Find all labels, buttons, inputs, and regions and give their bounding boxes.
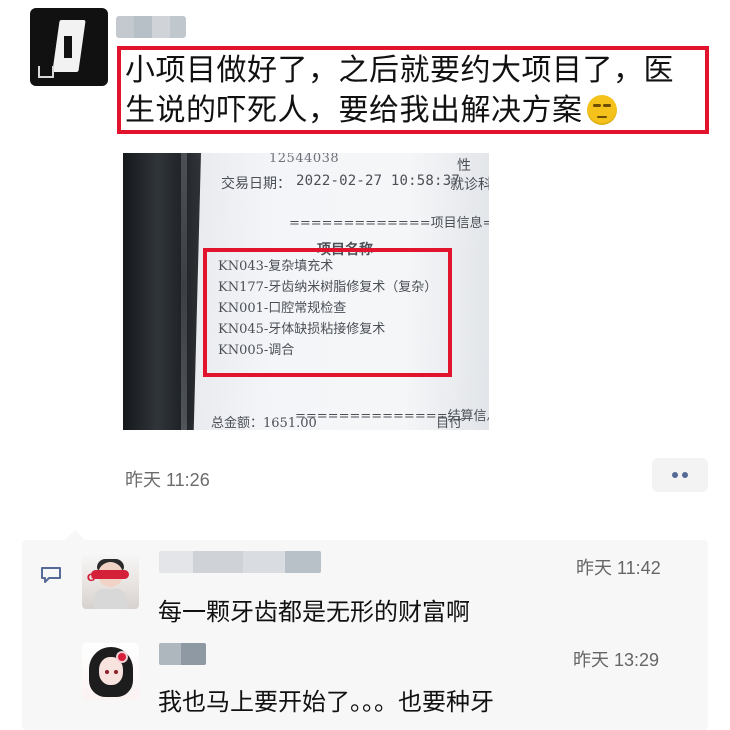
poster-avatar[interactable] <box>30 8 108 86</box>
receipt-project-section: =============项目信息= <box>289 216 489 231</box>
receipt-self-pay: 自付 <box>436 416 463 430</box>
receipt-gender-label: 性 <box>457 158 471 174</box>
commenter-name-obscured[interactable] <box>159 643 206 665</box>
more-icon <box>672 472 678 478</box>
post-time: 昨天 11:26 <box>125 470 210 490</box>
receipt-items-list: KN043-复杂填充术 KN177-牙齿纳米树脂修复术（复杂） KN001-口腔… <box>218 256 437 361</box>
more-button[interactable] <box>652 458 708 492</box>
comment-text: 每一颗牙齿都是无形的财富啊 <box>158 598 470 626</box>
more-icon <box>682 472 688 478</box>
receipt-visit-label: 就诊科 <box>450 177 489 193</box>
receipt-total-amount: 总金额：1651.00 <box>211 416 317 430</box>
commenter-name-obscured[interactable] <box>159 551 321 573</box>
avatar-corner-mark <box>38 66 54 78</box>
post-text: 小项目做好了，之后就要约大项目了，医生说的吓死人，要给我出解决方案 <box>125 52 700 130</box>
post-photo[interactable]: 12544038 性 交易日期： 2022-02-27 10:58:37 就诊科… <box>123 153 489 430</box>
moments-post-screen: 小项目做好了，之后就要约大项目了，医生说的吓死人，要给我出解决方案 125440… <box>0 0 730 730</box>
receipt-item: KN043-复杂填充术 <box>218 259 334 274</box>
receipt-item: KN177-牙齿纳米树脂修复术（复杂） <box>218 280 438 295</box>
avatar-logo-cutout <box>64 36 72 58</box>
receipt-item: KN045-牙体缺损粘接修复术 <box>218 322 386 337</box>
comment-time: 昨天 11:42 <box>576 558 661 578</box>
poster-name-obscured[interactable] <box>116 16 186 38</box>
commenter-avatar[interactable] <box>82 643 139 700</box>
receipt-trade-date-label: 交易日期： <box>221 176 291 192</box>
commenter-avatar[interactable]: G <box>82 552 139 609</box>
receipt-item: KN001-口腔常规检查 <box>218 301 347 316</box>
smirk-emoji-icon <box>586 95 617 125</box>
receipt-trade-date-value: 2022-02-27 10:58:37 <box>296 173 460 189</box>
comment-text: 我也马上要开始了。。。也要种牙 <box>158 688 494 716</box>
receipt-item: KN005-调合 <box>218 343 295 358</box>
receipt-top-number: 12544038 <box>269 153 340 166</box>
comment-icon[interactable] <box>40 566 62 584</box>
comment-time: 昨天 13:29 <box>573 650 660 670</box>
